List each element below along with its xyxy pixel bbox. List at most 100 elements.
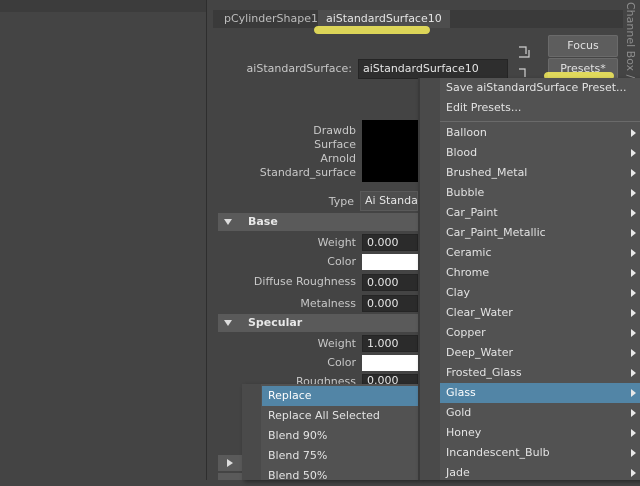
preset-label: Brushed_Metal [446, 166, 528, 179]
preset-label: Deep_Water [446, 346, 514, 359]
preset-brushed-metal[interactable]: Brushed_Metal [440, 163, 640, 183]
section-title: Base [248, 215, 278, 228]
preset-glass[interactable]: Glass [440, 383, 640, 403]
preset-frosted-glass[interactable]: Frosted_Glass [440, 363, 640, 383]
swatch-label-drawdb: Drawdb [313, 124, 356, 137]
preset-clay[interactable]: Clay [440, 283, 640, 303]
submenu-arrow-icon [631, 189, 636, 197]
preset-label: Bubble [446, 186, 485, 199]
submenu-arrow-icon [631, 389, 636, 397]
submenu-arrow-icon [631, 229, 636, 237]
section-specular[interactable]: Specular [218, 314, 418, 332]
preset-chrome[interactable]: Chrome [440, 263, 640, 283]
preset-label: Clear_Water [446, 306, 513, 319]
submenu-arrow-icon [631, 409, 636, 417]
menu-separator [440, 121, 640, 122]
specular-weight-field[interactable]: 1.000 [362, 335, 418, 352]
collapse-icon[interactable] [224, 219, 232, 225]
preset-blood[interactable]: Blood [440, 143, 640, 163]
preset-deep-water[interactable]: Deep_Water [440, 343, 640, 363]
focus-button[interactable]: Focus [548, 35, 618, 57]
preset-jade[interactable]: Jade [440, 463, 640, 483]
preset-incandescent-bulb[interactable]: Incandescent_Bulb [440, 443, 640, 463]
preset-label: Copper [446, 326, 486, 339]
collapse-icon[interactable] [224, 320, 232, 326]
preset-ceramic[interactable]: Ceramic [440, 243, 640, 263]
preset-label: Jade [446, 466, 470, 479]
output-connection-icon[interactable] [518, 68, 530, 78]
base-color-label: Color [327, 255, 356, 268]
section-base[interactable]: Base [218, 213, 418, 231]
submenu-arrow-icon [631, 169, 636, 177]
submenu-arrow-icon [631, 249, 636, 257]
preset-clear-water[interactable]: Clear_Water [440, 303, 640, 323]
tab-label: pCylinderShape10 [224, 12, 325, 25]
expand-icon[interactable] [227, 459, 233, 467]
swatch-label-standard-surface: Standard_surface [259, 166, 356, 179]
preset-bubble[interactable]: Bubble [440, 183, 640, 203]
preset-label: Clay [446, 286, 470, 299]
menu-item-replace-all-selected[interactable]: Replace All Selected [262, 406, 418, 426]
preset-label: Balloon [446, 126, 487, 139]
tab-pcylindershape10[interactable]: pCylinderShape10 [216, 10, 333, 28]
highlight-mark [314, 26, 430, 34]
menu-gutter [242, 384, 261, 480]
submenu-arrow-icon [631, 449, 636, 457]
submenu-arrow-icon [631, 269, 636, 277]
preset-car-paint[interactable]: Car_Paint [440, 203, 640, 223]
preset-label: Car_Paint_Metallic [446, 226, 546, 239]
node-name-label: aiStandardSurface: [246, 62, 352, 75]
preset-label: Frosted_Glass [446, 366, 522, 379]
submenu-arrow-icon [631, 209, 636, 217]
left-panel [0, 0, 206, 480]
diffuse-roughness-field[interactable]: 0.000 [362, 274, 418, 291]
type-dropdown[interactable]: Ai Standard Surface [360, 191, 418, 211]
preset-label: Incandescent_Bulb [446, 446, 550, 459]
preset-car-paint-metallic[interactable]: Car_Paint_Metallic [440, 223, 640, 243]
preset-label: Ceramic [446, 246, 492, 259]
submenu-arrow-icon [631, 349, 636, 357]
menu-item-replace[interactable]: Replace [262, 386, 418, 406]
submenu-arrow-icon [631, 129, 636, 137]
menu-item-save-preset[interactable]: Save aiStandardSurface Preset... [440, 78, 640, 98]
base-weight-field[interactable]: 0.000 [362, 234, 418, 251]
preset-label: Blood [446, 146, 478, 159]
tab-label: aiStandardSurface10 [326, 12, 442, 25]
menu-item-blend-75[interactable]: Blend 75% [262, 446, 418, 466]
material-swatch[interactable] [362, 120, 418, 182]
preset-label: Car_Paint [446, 206, 498, 219]
metalness-field[interactable]: 0.000 [362, 295, 418, 312]
menu-item-blend-50[interactable]: Blend 50% [262, 466, 418, 486]
base-color-swatch[interactable] [362, 254, 418, 270]
presets-menu: Save aiStandardSurface Preset... Edit Pr… [418, 78, 640, 480]
preset-balloon[interactable]: Balloon [440, 123, 640, 143]
node-name-field[interactable]: aiStandardSurface10 [358, 59, 508, 79]
metalness-label: Metalness [300, 297, 356, 310]
section-collapsed[interactable] [218, 473, 242, 480]
menu-item-blend-90[interactable]: Blend 90% [262, 426, 418, 446]
base-weight-label: Weight [317, 236, 356, 249]
preset-honey[interactable]: Honey [440, 423, 640, 443]
side-panel-label: Channel Box / Layer Editor [624, 2, 637, 149]
section-title: Specular [248, 316, 303, 329]
preset-label: Honey [446, 426, 482, 439]
menu-item-edit-presets[interactable]: Edit Presets... [440, 98, 640, 118]
specular-color-swatch[interactable] [362, 355, 418, 371]
submenu-arrow-icon [631, 369, 636, 377]
swatch-label-surface: Surface [314, 138, 356, 151]
menu-gutter [420, 78, 440, 480]
diffuse-roughness-label: Diffuse Roughness [253, 275, 356, 288]
preset-gold[interactable]: Gold [440, 403, 640, 423]
input-connection-icon[interactable] [518, 46, 530, 58]
preset-label: Glass [446, 386, 476, 399]
swatch-label-arnold: Arnold [320, 152, 356, 165]
submenu-arrow-icon [631, 289, 636, 297]
preset-label: Gold [446, 406, 472, 419]
submenu-arrow-icon [631, 429, 636, 437]
specular-color-label: Color [327, 356, 356, 369]
left-panel-header [0, 0, 206, 12]
submenu-arrow-icon [631, 149, 636, 157]
specular-weight-label: Weight [317, 337, 356, 350]
submenu-arrow-icon [631, 309, 636, 317]
preset-copper[interactable]: Copper [440, 323, 640, 343]
